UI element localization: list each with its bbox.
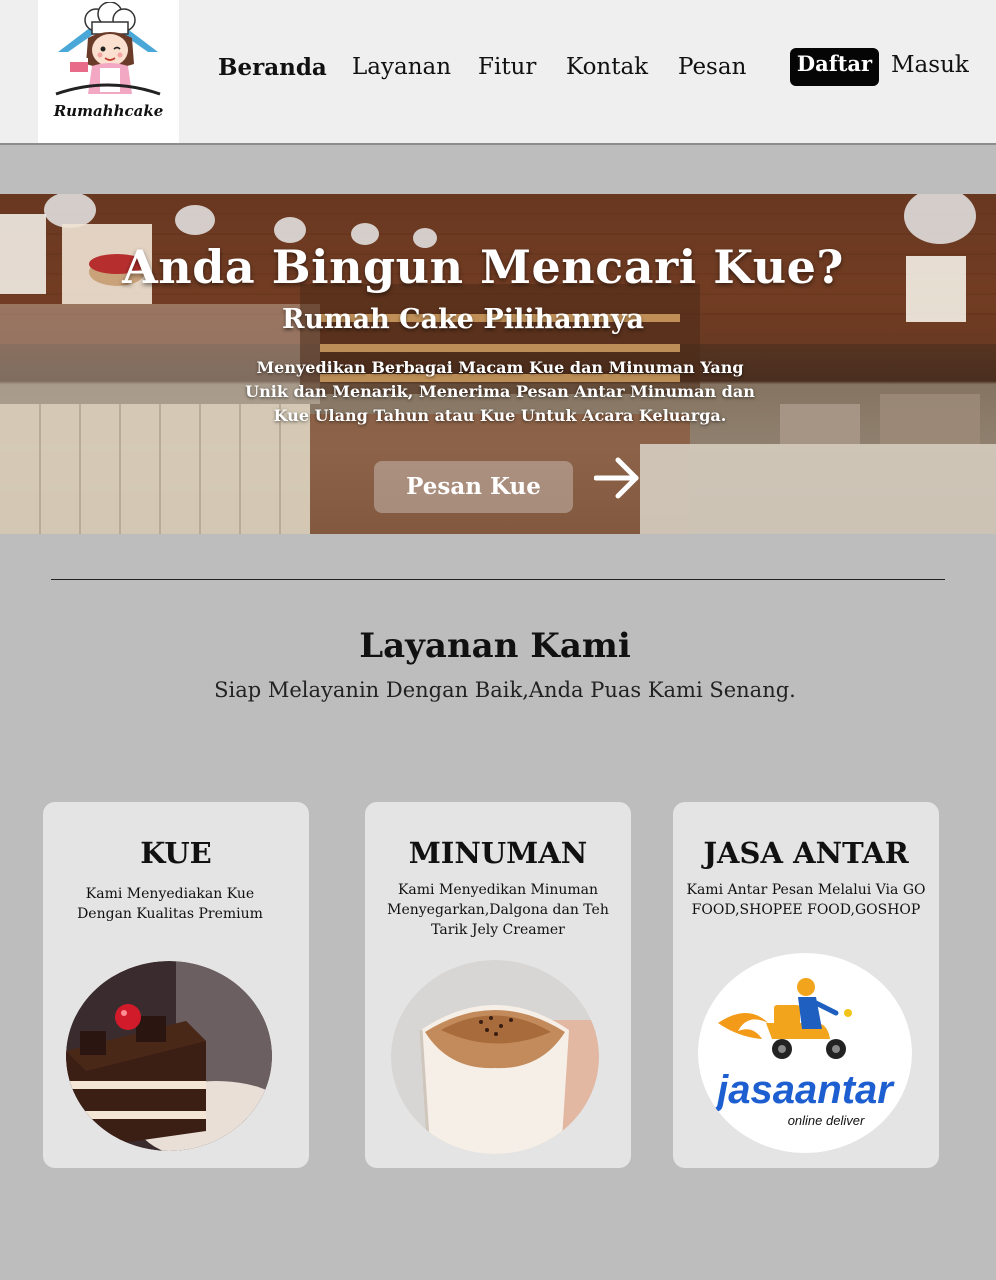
card-title: KUE	[140, 836, 212, 870]
card-title: JASA ANTAR	[703, 836, 909, 870]
arrow-right-icon[interactable]	[594, 454, 642, 502]
nav-pesan[interactable]: Pesan	[678, 54, 746, 80]
hero-banner: Anda Bingun Mencari Kue? Rumah Cake Pili…	[0, 194, 996, 534]
site-header: Rumahhcake Beranda Layanan Fitur Kontak …	[0, 0, 996, 145]
card-description: Kami Antar Pesan Melalui Via GO FOOD,SHO…	[686, 882, 926, 918]
service-card-minuman[interactable]: MINUMAN Kami Menyedikan Minuman Menyegar…	[365, 802, 631, 1168]
delivery-logo-tagline: online deliver	[788, 1113, 865, 1128]
nav-beranda[interactable]: Beranda	[218, 54, 327, 81]
nav-fitur[interactable]: Fitur	[478, 54, 536, 80]
hero-title: Anda Bingun Mencari Kue?	[122, 240, 844, 294]
chef-logo-icon	[55, 2, 161, 96]
services-subtitle: Siap Melayanin Dengan Baik,Anda Puas Kam…	[214, 678, 796, 702]
login-link[interactable]: Masuk	[891, 52, 969, 78]
cake-image	[66, 961, 272, 1151]
logo[interactable]: Rumahhcake	[38, 0, 179, 143]
card-description: Kami Menyediakan Kue Dengan Kualitas Pre…	[77, 886, 263, 922]
card-description: Kami Menyedikan Minuman Menyegarkan,Dalg…	[387, 882, 609, 938]
services-title: Layanan Kami	[359, 626, 631, 666]
service-card-kue[interactable]: KUE Kami Menyediakan Kue Dengan Kualitas…	[43, 802, 309, 1168]
logo-text: Rumahhcake	[53, 102, 164, 120]
order-cake-button[interactable]: Pesan Kue	[374, 461, 573, 513]
nav-layanan[interactable]: Layanan	[352, 54, 451, 80]
nav-kontak[interactable]: Kontak	[566, 54, 648, 80]
hero-description: Menyedikan Berbagai Macam Kue dan Minuma…	[245, 358, 755, 425]
register-button[interactable]: Daftar	[790, 48, 879, 86]
drink-image	[391, 960, 599, 1154]
card-title: MINUMAN	[408, 836, 588, 870]
delivery-logo: jasaantar online deliver	[698, 953, 912, 1153]
delivery-logo-text: jasaantar	[712, 1068, 895, 1112]
section-divider	[51, 579, 945, 580]
hero-subtitle: Rumah Cake Pilihannya	[281, 304, 645, 335]
service-card-jasa-antar[interactable]: JASA ANTAR Kami Antar Pesan Melalui Via …	[673, 802, 939, 1168]
